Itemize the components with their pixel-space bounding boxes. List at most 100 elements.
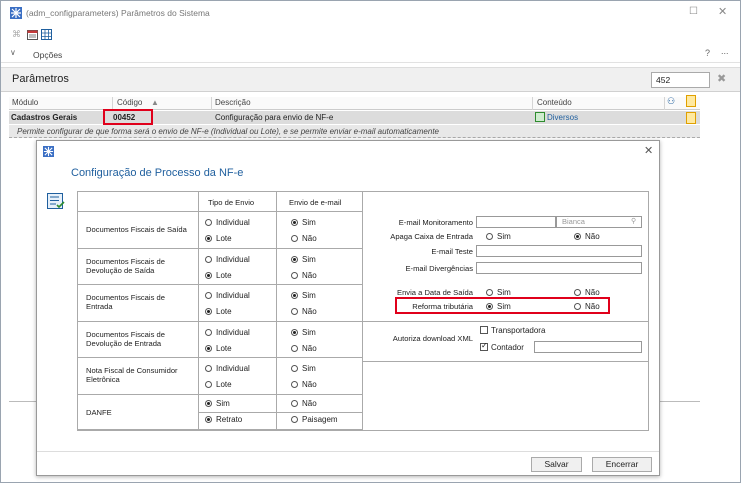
tipo-envio-cell: Sim Retrato: [199, 394, 277, 430]
label-email-divergencias: E-mail Divergências: [405, 264, 473, 273]
option1-radio[interactable]: Individual: [205, 218, 250, 227]
row-label: Documentos Fiscais de Devolução de Saída: [86, 256, 165, 275]
envio-email-cell: Sim Não: [277, 285, 363, 322]
email-option1-radio[interactable]: Sim: [291, 218, 316, 227]
dialog-title: Configuração de Processo da NF-e: [71, 167, 244, 179]
envia-nao-radio[interactable]: Não: [574, 288, 600, 297]
app-icon: [43, 146, 54, 157]
search-input[interactable]: 452: [651, 72, 710, 88]
option2-radio[interactable]: Lote: [205, 344, 232, 353]
col-modulo[interactable]: Módulo: [12, 98, 38, 107]
email-option1-radio[interactable]: Sim: [291, 291, 316, 300]
tree-icon[interactable]: ⌘: [12, 29, 21, 40]
lock-icon[interactable]: [686, 95, 696, 107]
close-button[interactable]: Encerrar: [592, 457, 652, 472]
calendar-icon[interactable]: [27, 29, 38, 40]
options-label[interactable]: Opções: [33, 50, 62, 60]
option2-radio[interactable]: Retrato: [205, 415, 242, 424]
apaga-nao-radio[interactable]: Não: [574, 232, 600, 241]
option1-radio[interactable]: Individual: [205, 328, 250, 337]
tipo-envio-cell: Individual Lote: [199, 285, 277, 322]
email-option2-radio[interactable]: Não: [291, 271, 317, 280]
transportadora-checkbox[interactable]: Transportadora: [480, 326, 545, 335]
option1-radio[interactable]: Individual: [205, 255, 250, 264]
email-monitoramento-value[interactable]: Bianca: [556, 216, 642, 228]
email-option2-radio[interactable]: Paisagem: [291, 415, 338, 424]
row-label: Nota Fiscal de Consumidor Eletrônica: [86, 366, 178, 384]
option2-radio[interactable]: Lote: [205, 234, 232, 243]
save-button[interactable]: Salvar: [531, 457, 582, 472]
option1-radio[interactable]: Sim: [205, 399, 230, 408]
more-icon[interactable]: ...: [721, 46, 729, 56]
col-conteudo[interactable]: Conteúdo: [537, 98, 572, 107]
tipo-envio-cell: Individual Lote: [199, 212, 277, 249]
label-envia-data-saida: Envia a Data de Saída: [397, 288, 473, 297]
option2-radio[interactable]: Lote: [205, 271, 232, 280]
highlight-reforma: [395, 297, 610, 314]
title-bar: (adm_configparameters) Parâmetros do Sis…: [1, 1, 740, 25]
close-icon[interactable]: ✕: [718, 5, 727, 18]
label-apaga-caixa: Apaga Caixa de Entrada: [390, 232, 473, 241]
email-teste-field[interactable]: [476, 245, 642, 257]
lock-icon[interactable]: [686, 112, 696, 124]
col-codigo[interactable]: Código: [117, 98, 142, 107]
label-autoriza-download: Autoriza download XML: [392, 334, 473, 343]
row-description: Permite configurar de que forma será o e…: [17, 127, 439, 136]
list-item: Documentos Fiscais de Devolução de Entra…: [78, 321, 199, 358]
tipo-envio-cell: Individual Lote: [199, 248, 277, 285]
option1-radio[interactable]: Individual: [205, 291, 250, 300]
option2-radio[interactable]: Lote: [205, 380, 232, 389]
col-envio-email: Envio de e-mail: [289, 198, 342, 207]
close-icon[interactable]: ✕: [644, 144, 653, 157]
row-description-bar: Permite configurar de que forma será o e…: [9, 125, 700, 138]
sort-up-icon: ▲: [151, 98, 159, 107]
users-icon[interactable]: ⚇: [667, 96, 675, 107]
app-icon: [10, 7, 22, 19]
help-icon[interactable]: ?: [705, 48, 710, 58]
toolbar: ⌘: [1, 26, 740, 44]
envio-email-cell: Sim Não: [277, 212, 363, 249]
email-option2-radio[interactable]: Não: [291, 380, 317, 389]
row-label: Documentos Fiscais de Devolução de Entra…: [86, 329, 165, 348]
col-descricao[interactable]: Descrição: [215, 98, 251, 107]
config-dialog: ✕ Configuração de Processo da NF-e Tipo …: [36, 140, 660, 476]
email-option1-radio[interactable]: Sim: [291, 364, 316, 373]
contador-field[interactable]: [534, 341, 642, 353]
table-icon: [535, 112, 545, 122]
email-option1-radio[interactable]: Sim: [291, 255, 316, 264]
grid-icon[interactable]: [41, 29, 52, 40]
email-divergencias-field[interactable]: [476, 262, 642, 274]
tipo-envio-cell: Individual Lote: [199, 321, 277, 358]
search-icon[interactable]: ⚲: [631, 217, 636, 225]
option2-radio[interactable]: Lote: [205, 307, 232, 316]
option1-radio[interactable]: Individual: [205, 364, 250, 373]
apaga-sim-radio[interactable]: Sim: [486, 232, 511, 241]
email-option1-radio[interactable]: Sim: [291, 328, 316, 337]
row-modulo: Cadastros Gerais: [11, 113, 78, 122]
right-panel: E-mail Monitoramento Bianca ⚲ Apaga Caix…: [363, 212, 649, 322]
envio-email-cell: Sim Não: [277, 321, 363, 358]
envio-email-cell: Sim Não: [277, 358, 363, 395]
tipo-envio-cell: Individual Lote: [199, 358, 277, 395]
email-option2-radio[interactable]: Não: [291, 344, 317, 353]
row-conteudo[interactable]: Diversos: [547, 113, 578, 122]
envio-email-cell: Não Paisagem: [277, 394, 363, 430]
clear-search-icon[interactable]: ✖: [717, 72, 726, 85]
list-item: Nota Fiscal de Consumidor Eletrônica: [78, 358, 199, 395]
label-email-monitoramento: E-mail Monitoramento: [398, 218, 473, 227]
envia-sim-radio[interactable]: Sim: [486, 288, 511, 297]
maximize-icon[interactable]: ☐: [689, 6, 698, 17]
email-option2-radio[interactable]: Não: [291, 234, 317, 243]
row-label: Documentos Fiscais de Entrada: [86, 293, 165, 311]
table-row[interactable]: Cadastros Gerais 00452 Configuração para…: [9, 109, 700, 125]
email-option2-radio[interactable]: Não: [291, 307, 317, 316]
label-email-teste: E-mail Teste: [431, 247, 473, 256]
list-item: Documentos Fiscais de Devolução de Saída: [78, 248, 199, 285]
checklist-icon: [47, 193, 65, 209]
email-monitoramento-field[interactable]: [476, 216, 556, 228]
email-option1-radio[interactable]: Não: [291, 399, 317, 408]
contador-checkbox[interactable]: Contador: [480, 341, 524, 352]
params-header: Parâmetros 452 ✖: [1, 67, 740, 92]
list-item: DANFE: [78, 394, 199, 430]
chevron-down-icon[interactable]: ∨: [10, 48, 16, 57]
